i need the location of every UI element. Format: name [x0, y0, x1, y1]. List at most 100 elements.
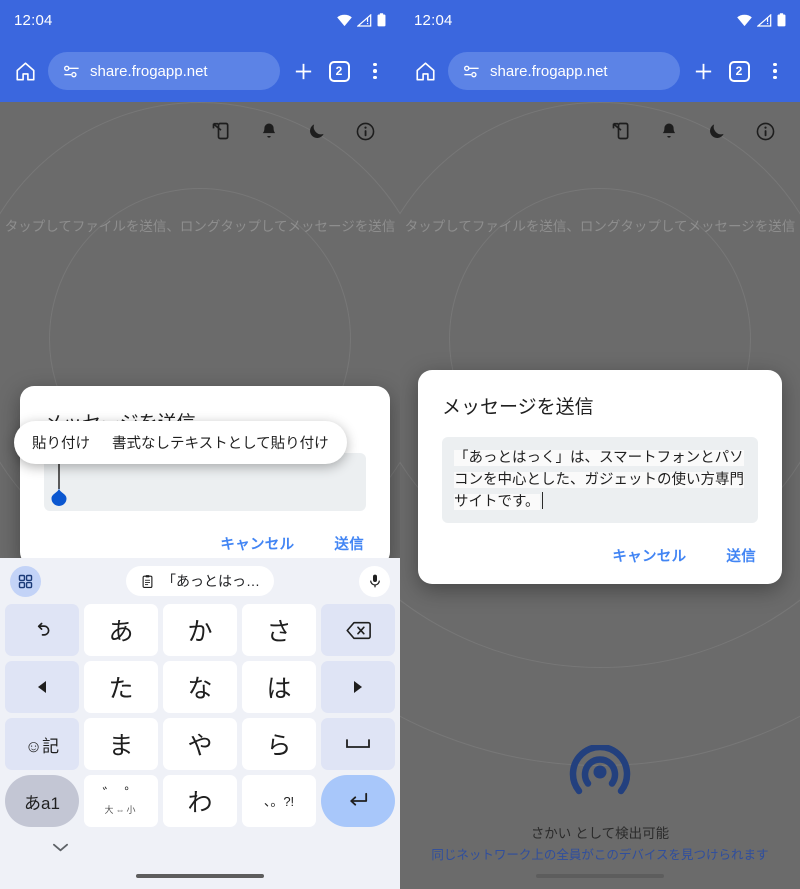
input-mode-key[interactable]: あa1: [5, 775, 79, 827]
dual-screenshot: 12:04 share.frogapp.net 2 タップしてファイルを送信、ロ…: [0, 0, 800, 889]
site-settings-icon: [64, 65, 79, 77]
key-wa[interactable]: わ: [163, 775, 237, 827]
tab-switcher-button[interactable]: 2: [726, 58, 752, 84]
gesture-nav-bar[interactable]: [0, 863, 400, 889]
enter-key[interactable]: [321, 775, 395, 827]
cancel-button[interactable]: キャンセル: [220, 533, 294, 554]
send-to-device-button[interactable]: [610, 120, 632, 142]
message-text: 「あっとはっく」は、スマートフォンとパソコンを中心とした、ガジェットの使い方専門…: [454, 450, 744, 510]
voice-input-button[interactable]: [359, 565, 390, 597]
text-caret: [58, 461, 60, 489]
send-to-device-icon: [612, 122, 629, 140]
new-tab-button[interactable]: [290, 58, 316, 84]
send-message-dialog: メッセージを送信 キャンセル 送信: [20, 386, 390, 566]
dark-mode-button[interactable]: [306, 120, 328, 142]
overflow-menu-icon: [373, 62, 377, 80]
clipboard-suggestion[interactable]: 「あっとはっ…: [126, 566, 274, 596]
keyboard-apps-button[interactable]: [10, 565, 41, 597]
home-icon: [415, 61, 435, 81]
key-sa[interactable]: さ: [242, 604, 316, 656]
info-icon: [756, 122, 774, 140]
browser-toolbar: share.frogapp.net 2: [0, 40, 400, 102]
send-button[interactable]: 送信: [726, 545, 756, 566]
text-selection-handle[interactable]: [49, 486, 69, 506]
device-status: さかい として検出可能 同じネットワーク上の全員がこのデバイスを見つけられます: [400, 743, 800, 863]
punctuation-key[interactable]: 、。?!: [242, 775, 316, 827]
bell-icon: [262, 123, 276, 138]
backspace-icon: [345, 621, 371, 639]
dark-mode-button[interactable]: [706, 120, 728, 142]
enter-icon: [350, 792, 368, 806]
browser-menu-button[interactable]: [762, 58, 788, 84]
info-button[interactable]: [754, 120, 776, 142]
plus-icon: [295, 63, 311, 79]
emoji-symbol-key[interactable]: ☺記: [5, 718, 79, 770]
paste-menu-item[interactable]: 貼り付け: [32, 432, 90, 453]
cellular-signal-icon: [757, 13, 772, 27]
undo-key[interactable]: [5, 604, 79, 656]
status-clock: 12:04: [14, 11, 53, 29]
status-bar: 12:04: [0, 0, 400, 40]
keyboard-row: た な は: [0, 661, 400, 718]
key-ma[interactable]: ま: [84, 718, 158, 770]
bell-icon: [662, 123, 676, 138]
home-button[interactable]: [412, 58, 438, 84]
cursor-right-key[interactable]: [321, 661, 395, 713]
paste-context-menu: 貼り付け 書式なしテキストとして貼り付け: [14, 421, 347, 464]
space-icon: [346, 739, 370, 748]
suggestion-bar: 「あっとはっ…: [0, 558, 400, 604]
url-text: share.frogapp.net: [90, 62, 208, 80]
dakuten-key[interactable]: ゛゜ 大⇔小: [84, 775, 158, 827]
paste-plain-menu-item[interactable]: 書式なしテキストとして貼り付け: [112, 432, 329, 453]
browser-toolbar: share.frogapp.net 2: [400, 40, 800, 102]
tab-count-badge: 2: [328, 60, 350, 82]
key-ra[interactable]: ら: [242, 718, 316, 770]
chevron-down-icon[interactable]: [52, 842, 69, 853]
device-visibility-text: 同じネットワーク上の全員がこのデバイスを見つけられます: [431, 848, 769, 862]
info-button[interactable]: [354, 120, 376, 142]
cursor-left-key[interactable]: [5, 661, 79, 713]
cancel-button[interactable]: キャンセル: [612, 545, 686, 566]
key-ta[interactable]: た: [84, 661, 158, 713]
status-icons: [737, 13, 786, 27]
url-text: share.frogapp.net: [490, 62, 608, 80]
nav-pill: [136, 874, 264, 878]
clipboard-icon: [142, 574, 153, 588]
gesture-nav-bar[interactable]: [400, 863, 800, 889]
key-na[interactable]: な: [163, 661, 237, 713]
notifications-button[interactable]: [258, 120, 280, 142]
key-ya[interactable]: や: [163, 718, 237, 770]
home-button[interactable]: [12, 58, 38, 84]
dark-mode-icon: [310, 124, 324, 138]
url-bar[interactable]: share.frogapp.net: [448, 52, 680, 90]
nav-pill: [536, 874, 664, 878]
send-message-dialog: メッセージを送信 「あっとはっく」は、スマートフォンとパソコンを中心とした、ガジ…: [418, 370, 782, 584]
screen-left: 12:04 share.frogapp.net 2 タップしてファイルを送信、ロ…: [0, 0, 400, 889]
status-clock: 12:04: [414, 11, 453, 29]
onscreen-keyboard: 「あっとはっ… あ か さ た な は ☺記 ま や ら あa1 ゛゜ 大⇔小 …: [0, 558, 400, 889]
backspace-key[interactable]: [321, 604, 395, 656]
tab-switcher-button[interactable]: 2: [326, 58, 352, 84]
emoji-symbol-label: ☺記: [24, 736, 60, 756]
notifications-button[interactable]: [658, 120, 680, 142]
status-icons: [337, 13, 386, 27]
status-bar: 12:04: [400, 0, 800, 40]
space-key[interactable]: [321, 718, 395, 770]
transfer-hint-text: タップしてファイルを送信、ロングタップしてメッセージを送信: [404, 219, 796, 234]
send-to-device-button[interactable]: [210, 120, 232, 142]
key-ka[interactable]: か: [163, 604, 237, 656]
send-button[interactable]: 送信: [334, 533, 364, 554]
wifi-icon: [737, 14, 752, 26]
text-caret: [541, 492, 544, 509]
dakuten-label: ゛゜: [102, 786, 147, 803]
screen-right: 12:04 share.frogapp.net 2 タップしてファイルを送信、ロ…: [400, 0, 800, 889]
key-a[interactable]: あ: [84, 604, 158, 656]
url-bar[interactable]: share.frogapp.net: [48, 52, 280, 90]
keyboard-row: ☺記 ま や ら: [0, 718, 400, 775]
dialog-title: メッセージを送信: [442, 397, 594, 418]
message-input[interactable]: 「あっとはっく」は、スマートフォンとパソコンを中心とした、ガジェットの使い方専門…: [442, 437, 758, 523]
browser-menu-button[interactable]: [362, 58, 388, 84]
new-tab-button[interactable]: [690, 58, 716, 84]
device-name-text: さかい として検出可能: [530, 826, 670, 841]
key-ha[interactable]: は: [242, 661, 316, 713]
